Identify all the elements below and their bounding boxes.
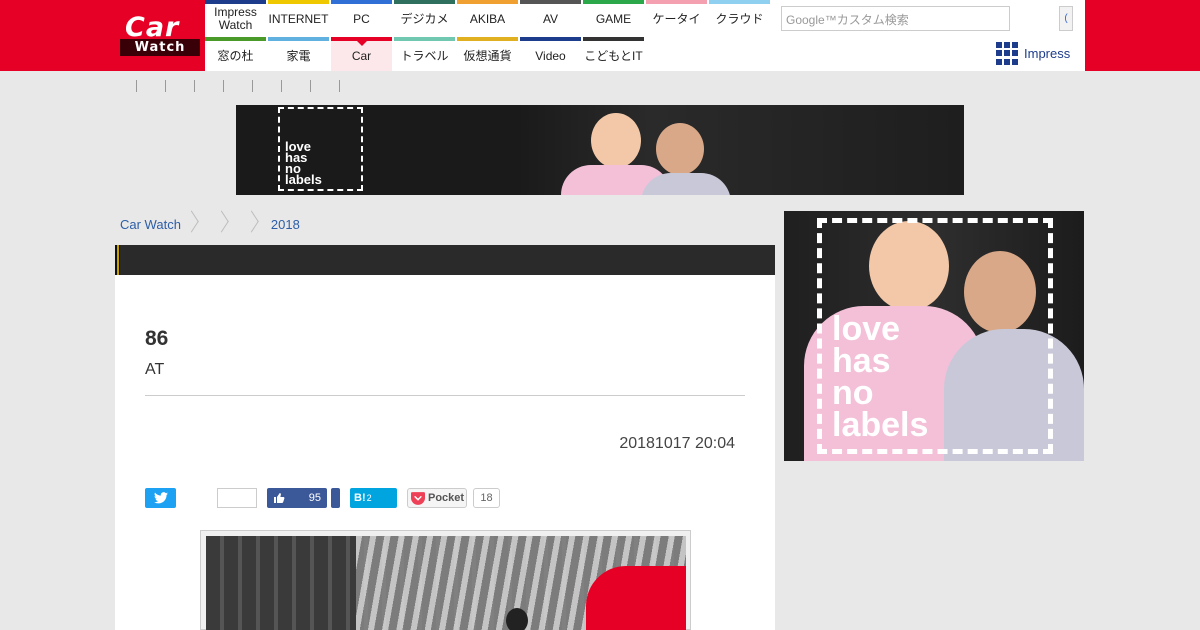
hatena-bookmark-button[interactable]: B! 2: [350, 488, 397, 508]
thumbs-up-icon: [274, 493, 285, 503]
nav-item[interactable]: AV: [520, 0, 581, 34]
share-count-box: [217, 488, 257, 508]
logo-watch-text: Watch: [120, 39, 200, 56]
impress-link[interactable]: Impress: [996, 42, 1070, 65]
pocket-count: 18: [473, 488, 500, 508]
love-has-no-labels-logo: love has no labels: [278, 107, 363, 191]
nav-item[interactable]: INTERNET: [268, 0, 329, 34]
car-watch-logo[interactable]: Car Watch: [115, 0, 205, 71]
search-button[interactable]: (: [1059, 6, 1073, 31]
chevron-right-icon: [251, 212, 261, 236]
impress-label: Impress: [1024, 46, 1071, 61]
hatena-label: B!: [354, 492, 366, 504]
impress-grid-icon: [996, 42, 1019, 65]
nav-item[interactable]: Impress Watch: [205, 0, 266, 34]
article: 86 AT 20181017 20:04 95 B! 2 Pocket 18: [115, 275, 775, 630]
nav-item[interactable]: PC: [331, 0, 392, 34]
nav-item[interactable]: Video: [520, 37, 581, 71]
nav-item[interactable]: デジカメ: [394, 0, 455, 34]
nav-item[interactable]: GAME: [583, 0, 644, 34]
share-bar: 95 B! 2 Pocket 18: [145, 487, 500, 509]
nav-item[interactable]: 家電: [268, 37, 329, 71]
twitter-icon: [153, 492, 168, 504]
love-has-no-labels-logo: love has no labels: [817, 218, 1053, 454]
child-face: [591, 113, 641, 168]
twitter-share-button[interactable]: [145, 488, 176, 508]
breadcrumb-year[interactable]: 2018: [271, 217, 300, 232]
nav-item[interactable]: こどもとIT: [583, 37, 644, 71]
nav-item[interactable]: 仮想通貨: [457, 37, 518, 71]
article-photo[interactable]: [200, 530, 691, 630]
pocket-icon: [411, 491, 425, 505]
breadcrumb: Car Watch 2018: [120, 212, 300, 236]
logo-car-text: Car: [125, 12, 180, 43]
child-face: [656, 123, 704, 175]
article-subtitle: AT: [145, 361, 165, 378]
facebook-share-button[interactable]: [331, 488, 340, 508]
facebook-like-button[interactable]: 95: [267, 488, 327, 508]
nav-item[interactable]: AKIBA: [457, 0, 518, 34]
nav-item[interactable]: クラウド: [709, 0, 770, 34]
chevron-right-icon: [191, 212, 201, 236]
sidebar-banner-ad[interactable]: love has no labels: [784, 211, 1084, 461]
section-header-bar: [115, 245, 775, 275]
photo-figure: [506, 608, 528, 630]
nav-item[interactable]: 窓の杜: [205, 37, 266, 71]
nav-item[interactable]: Car: [331, 37, 392, 71]
breadcrumb-home[interactable]: Car Watch: [120, 217, 181, 232]
hatena-count: 2: [366, 493, 372, 503]
photo-image: [206, 536, 686, 630]
chevron-right-icon: [221, 212, 231, 236]
pocket-label: Pocket: [428, 492, 465, 504]
article-title: 86: [145, 327, 169, 350]
nav-item[interactable]: トラベル: [394, 37, 455, 71]
nav-item[interactable]: ケータイ: [646, 0, 707, 34]
top-banner-ad[interactable]: love has no labels: [236, 105, 964, 195]
photo-red-panel: [586, 566, 686, 630]
like-count: 95: [308, 492, 321, 504]
search-input[interactable]: Google™カスタム検索: [781, 6, 1010, 31]
divider: [145, 395, 745, 396]
subnav-separators: [136, 80, 343, 92]
pocket-button[interactable]: Pocket: [407, 488, 467, 508]
article-date: 20181017 20:04: [619, 435, 735, 452]
